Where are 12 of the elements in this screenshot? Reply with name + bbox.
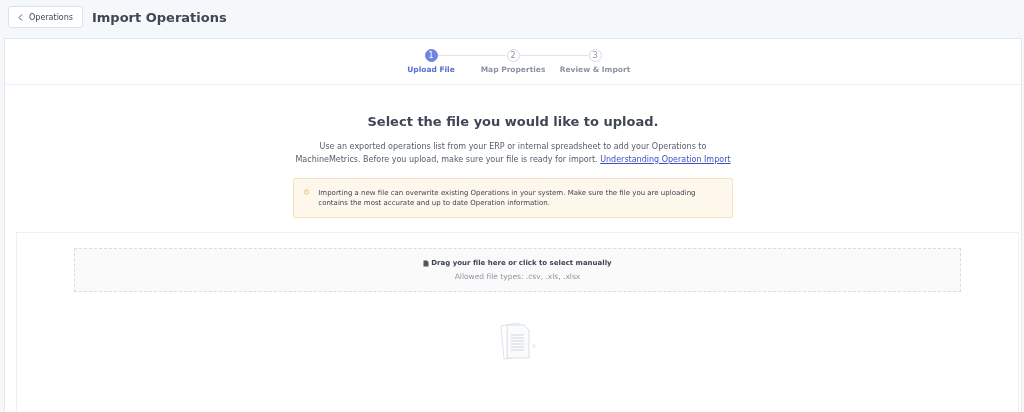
help-link[interactable]: Understanding Operation Import (600, 154, 731, 164)
back-button[interactable]: Operations (8, 6, 83, 28)
page-title: Import Operations (92, 9, 227, 25)
documents-icon (497, 320, 538, 362)
description-text: Use an exported operations list from your ERP or internal spreadsheet to add your Operations to MachineMetrics. Before you upload, make sure your file is ready for import. Understanding Operation Import (294, 141, 732, 166)
upload-heading: Select the file you would like to upload. (367, 114, 659, 129)
chevron-left-icon (18, 13, 23, 21)
step-number: 3 (588, 49, 602, 62)
info-icon (304, 188, 310, 196)
step-number: 1 (424, 49, 438, 62)
step-number: 2 (506, 49, 520, 62)
file-icon (423, 259, 430, 267)
